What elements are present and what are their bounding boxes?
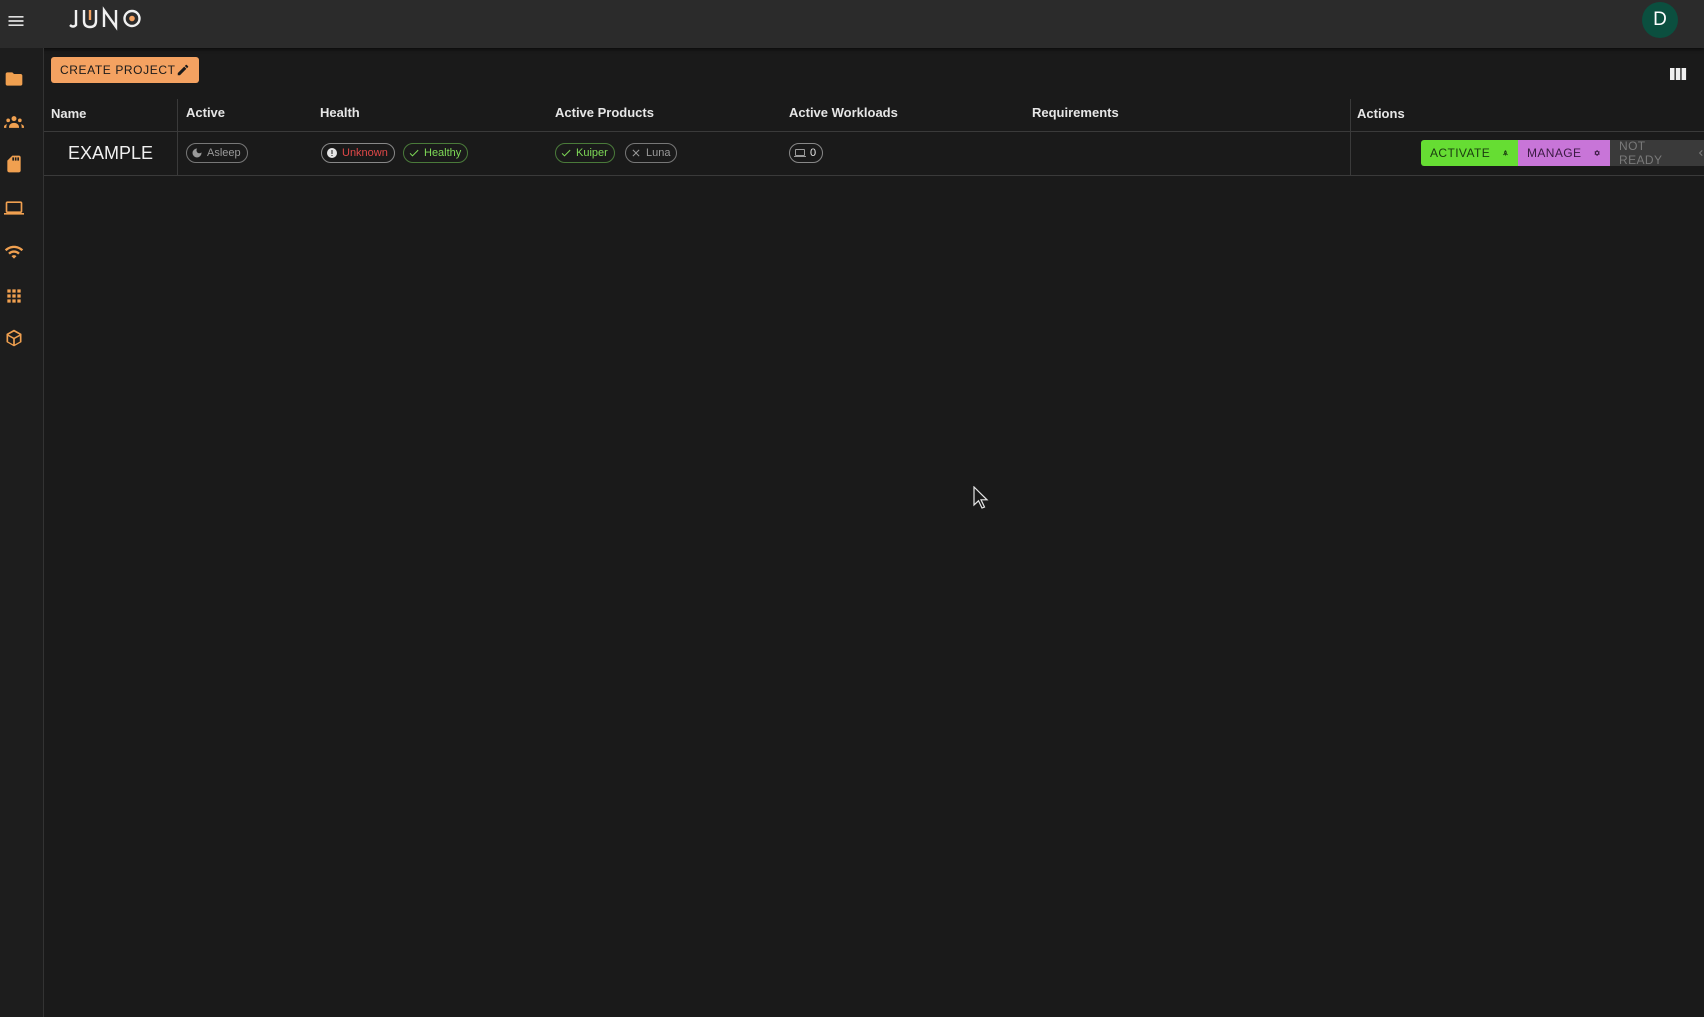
mouse-cursor-icon <box>973 485 989 510</box>
column-header-actions[interactable]: Actions <box>1357 106 1405 121</box>
column-header-name[interactable]: Name <box>51 106 86 121</box>
health-healthy-label: Healthy <box>424 147 462 159</box>
column-header-active[interactable]: Active <box>186 105 225 120</box>
moon-icon <box>192 148 202 158</box>
health-healthy-chip: Healthy <box>403 143 469 163</box>
code-icon <box>1699 149 1703 157</box>
top-app-bar: D <box>0 0 1704 48</box>
menu-icon[interactable] <box>5 11 27 31</box>
groups-icon[interactable] <box>4 112 24 132</box>
view-columns-icon[interactable] <box>1669 66 1687 82</box>
active-status-label: Asleep <box>207 147 241 159</box>
table-row[interactable]: EXAMPLE Asleep Unknown Healthy Kuiper Lu… <box>44 132 1704 176</box>
column-header-requirements[interactable]: Requirements <box>1032 105 1119 120</box>
gear-icon <box>1594 150 1601 156</box>
not-ready-label: NOT READY <box>1619 139 1663 167</box>
product-luna-label: Luna <box>646 147 671 159</box>
column-header-active-products[interactable]: Active Products <box>555 105 654 120</box>
health-unknown-label: Unknown <box>342 147 388 159</box>
column-divider <box>1350 132 1351 175</box>
table-header: Name Active Health Active Products Activ… <box>44 96 1704 132</box>
apps-grid-icon[interactable] <box>4 286 24 306</box>
laptop-icon[interactable] <box>4 198 24 218</box>
check-icon <box>409 149 419 157</box>
juno-logo[interactable] <box>67 6 149 32</box>
error-icon <box>327 148 337 158</box>
column-header-health[interactable]: Health <box>320 105 360 120</box>
pencil-icon <box>177 64 189 76</box>
close-icon <box>632 149 640 157</box>
column-divider <box>177 132 178 175</box>
product-kuiper-chip: Kuiper <box>555 143 615 163</box>
monitor-icon <box>794 149 806 157</box>
package-icon[interactable] <box>4 328 24 348</box>
column-header-active-workloads[interactable]: Active Workloads <box>789 105 898 120</box>
activate-button[interactable]: ACTIVATE <box>1421 140 1518 166</box>
sd-card-icon[interactable] <box>4 154 24 174</box>
project-name[interactable]: EXAMPLE <box>68 143 153 164</box>
rocket-icon <box>1503 150 1508 157</box>
wifi-icon[interactable] <box>4 242 24 262</box>
create-project-button[interactable]: CREATE PROJECT <box>51 57 199 83</box>
row-actions: ACTIVATE MANAGE NOT READY <box>1421 139 1704 167</box>
workloads-count-chip: 0 <box>789 143 824 163</box>
product-kuiper-label: Kuiper <box>576 147 608 159</box>
create-project-label: CREATE PROJECT <box>60 63 176 77</box>
check-icon <box>561 149 571 157</box>
manage-label: MANAGE <box>1527 146 1582 160</box>
active-status-chip: Asleep <box>186 143 248 163</box>
folder-icon[interactable] <box>4 69 24 89</box>
column-divider <box>177 99 178 131</box>
workloads-count: 0 <box>810 147 817 159</box>
activate-label: ACTIVATE <box>1430 146 1491 160</box>
product-luna-chip: Luna <box>625 143 678 163</box>
manage-button[interactable]: MANAGE <box>1518 140 1610 166</box>
user-avatar[interactable]: D <box>1642 2 1678 38</box>
side-navigation <box>0 48 44 1017</box>
health-unknown-chip: Unknown <box>321 143 395 163</box>
column-divider <box>1350 99 1351 131</box>
not-ready-button[interactable]: NOT READY <box>1610 139 1704 167</box>
